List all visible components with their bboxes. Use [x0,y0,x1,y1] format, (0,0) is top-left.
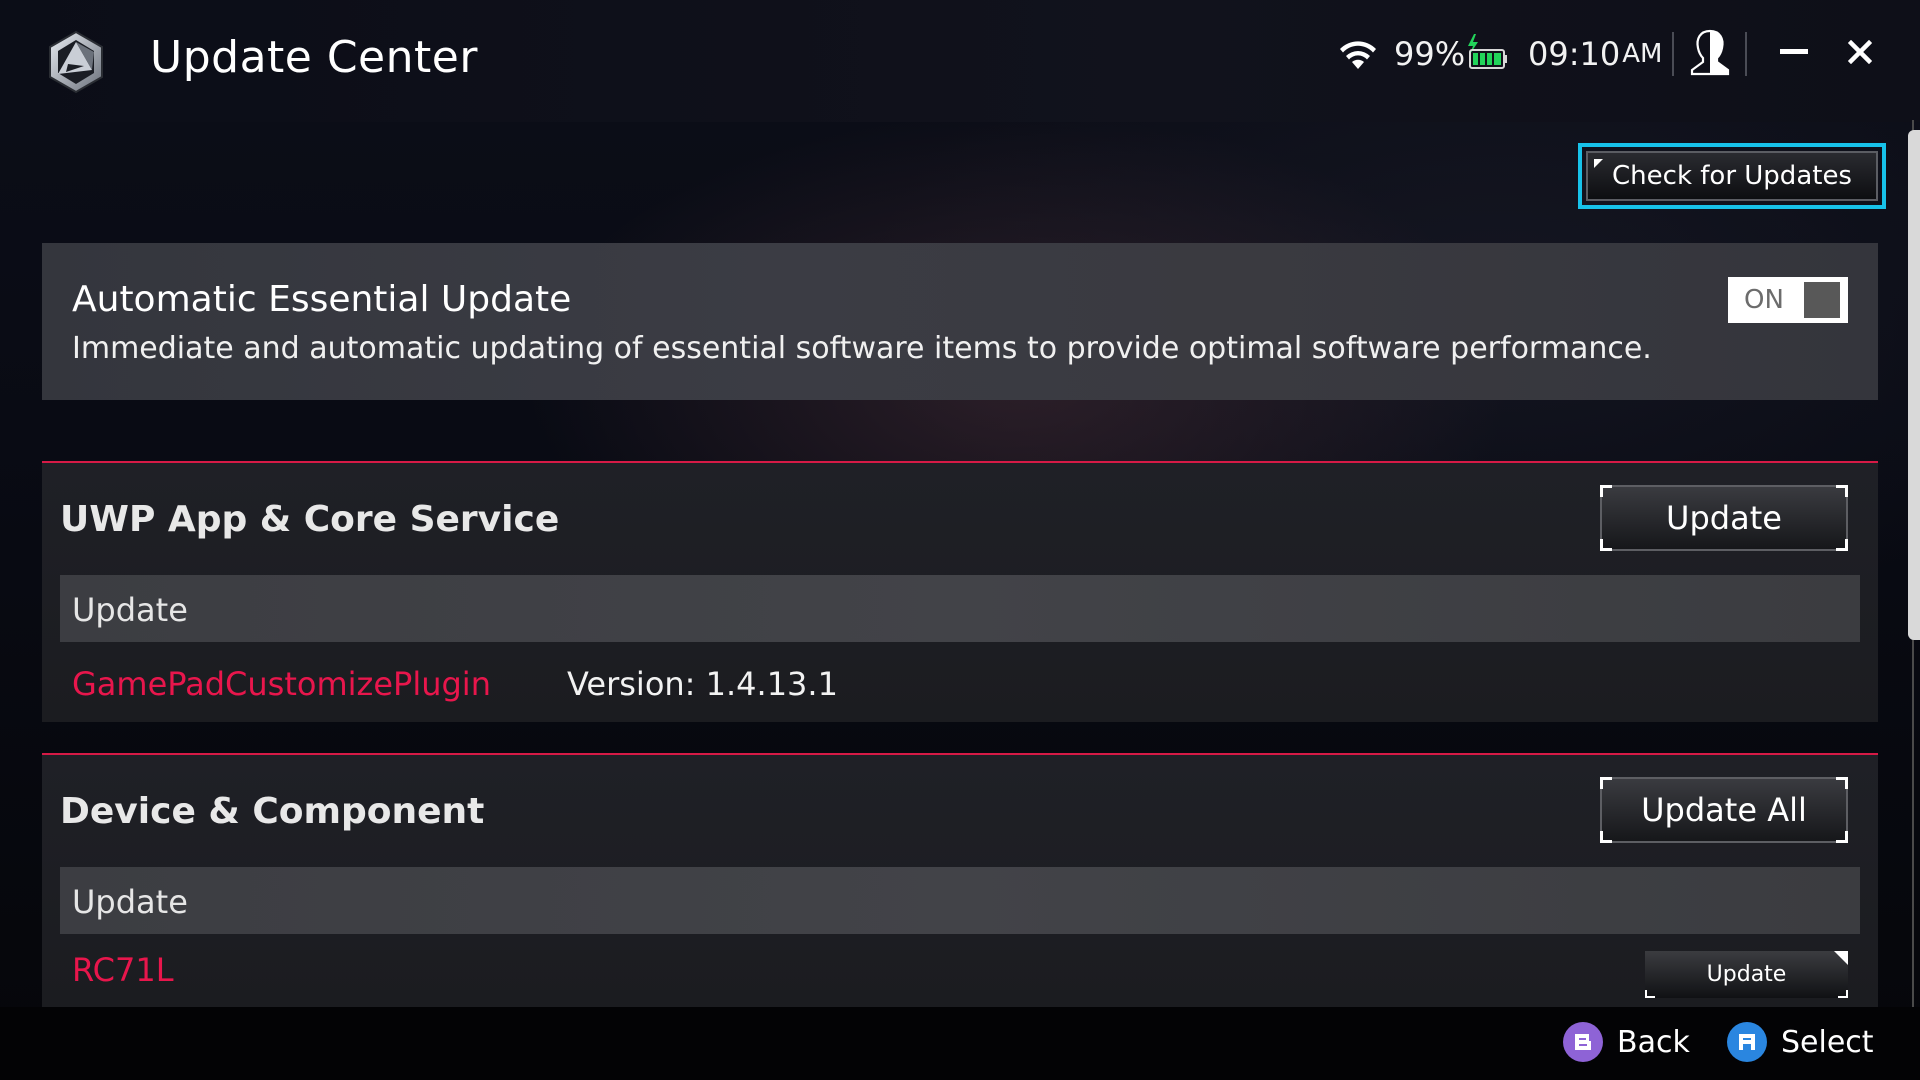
corner-marker [1834,951,1848,965]
section-title: UWP App & Core Service [60,499,560,540]
app-title: Update Center [150,32,478,83]
corner-marker [1594,159,1603,168]
a-button-icon [1727,1022,1767,1062]
battery-percent: 99% [1394,35,1466,73]
uwp-app-core-service-section: UWP App & Core Service Update Update Gam… [42,461,1878,722]
item-version: Version: 1.4.13.1 [567,665,838,703]
toggle-state-label: ON [1744,285,1784,315]
list-header-label: Update [72,591,188,629]
automatic-update-description: Immediate and automatic updating of esse… [72,331,1652,366]
item-update-button[interactable]: Update [1645,951,1848,998]
battery-charging-icon [1468,34,1507,69]
divider [1745,32,1747,76]
battery-status [1466,30,1510,78]
check-for-updates-label: Check for Updates [1612,161,1852,191]
clock: 09:10 AM [1528,30,1662,78]
automatic-update-toggle[interactable]: ON [1728,277,1848,323]
automatic-update-title: Automatic Essential Update [72,279,572,320]
automatic-update-card: Automatic Essential Update Immediate and… [42,243,1878,400]
divider [1672,32,1674,76]
toggle-knob [1804,282,1840,318]
wifi-icon [1340,41,1376,69]
device-component-section: Device & Component Update All Update RC7… [42,753,1878,1007]
list-header: Update [60,575,1860,642]
item-name[interactable]: GamePadCustomizePlugin [72,665,491,703]
scrollbar-thumb[interactable] [1908,130,1920,640]
user-profile-icon[interactable] [1686,28,1734,76]
update-button[interactable]: Update [1600,485,1848,551]
clock-ampm: AM [1622,39,1663,69]
clock-time: 09:10 [1528,35,1621,73]
wifi-status [1338,30,1378,78]
minimize-icon [1780,49,1808,54]
check-for-updates-focus-ring: Check for Updates [1578,143,1886,209]
update-all-button-label: Update All [1641,791,1807,829]
b-button-icon [1563,1022,1603,1062]
item-update-button-label: Update [1706,962,1787,987]
select-hint[interactable]: Select [1727,1022,1874,1062]
title-bar: Update Center 99% 09:10 AM [0,0,1920,122]
check-for-updates-button[interactable]: Check for Updates [1586,151,1878,201]
select-label: Select [1781,1024,1874,1060]
item-name[interactable]: RC71L [72,951,174,989]
section-title: Device & Component [60,791,485,832]
back-label: Back [1617,1024,1690,1060]
list-header-label: Update [72,883,188,921]
app-logo-icon [49,30,103,94]
list-header: Update [60,867,1860,934]
close-icon [1848,40,1872,64]
update-all-button[interactable]: Update All [1600,777,1848,843]
close-button[interactable] [1836,30,1884,74]
update-button-label: Update [1666,499,1782,537]
back-hint[interactable]: Back [1563,1022,1690,1062]
minimize-button[interactable] [1770,30,1818,74]
